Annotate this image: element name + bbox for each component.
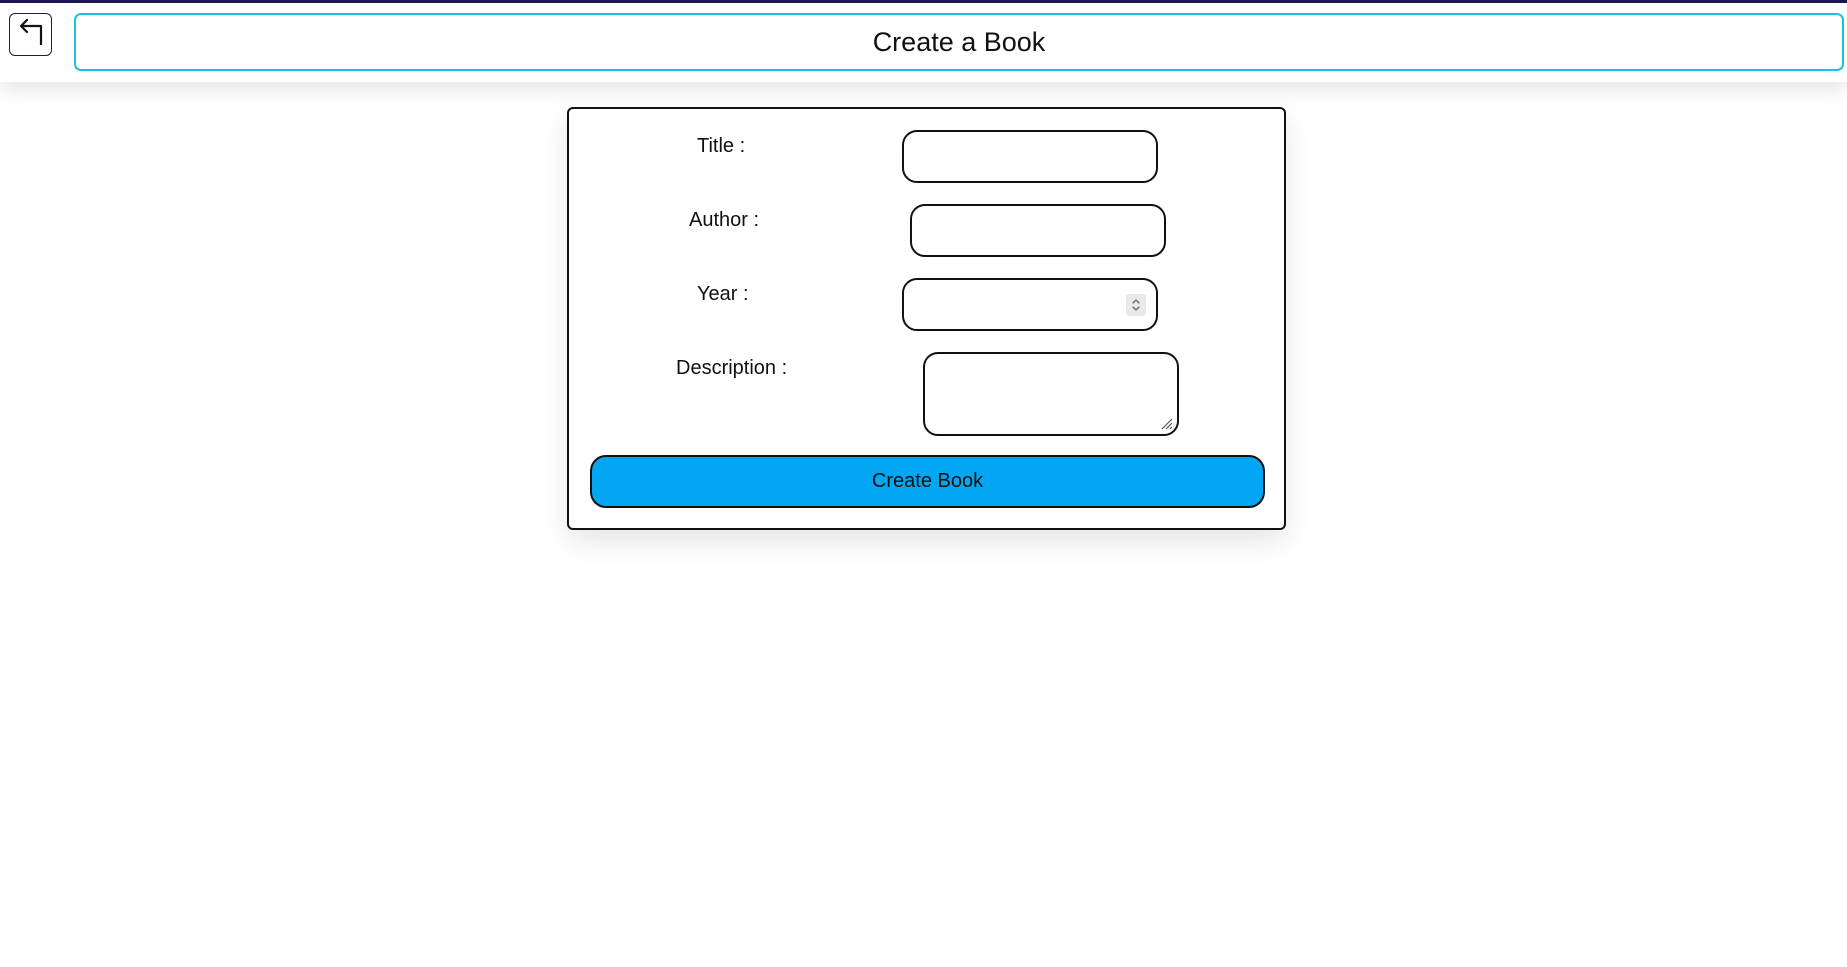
- top-strip: [0, 0, 1847, 3]
- app-header: Create a Book: [0, 0, 1847, 82]
- chevron-up-down-icon: [1132, 299, 1140, 311]
- description-label: Description :: [676, 357, 788, 379]
- page-title: Create a Book: [74, 13, 1844, 71]
- author-input[interactable]: [910, 204, 1166, 257]
- description-textarea[interactable]: [923, 352, 1179, 436]
- year-input[interactable]: [902, 278, 1158, 331]
- title-input[interactable]: [902, 130, 1158, 183]
- create-book-button[interactable]: Create Book: [590, 455, 1265, 508]
- year-label: Year :: [697, 283, 749, 305]
- title-label: Title :: [697, 135, 746, 157]
- page-title-text: Create a Book: [872, 26, 1046, 57]
- back-button[interactable]: [9, 13, 52, 56]
- resize-grip-icon[interactable]: [1159, 416, 1173, 430]
- back-arrow-icon: [14, 15, 48, 54]
- author-label: Author :: [689, 209, 760, 231]
- year-spinner[interactable]: [1126, 294, 1146, 316]
- create-book-form: Title : Author : Year : Description : Cr…: [567, 107, 1286, 530]
